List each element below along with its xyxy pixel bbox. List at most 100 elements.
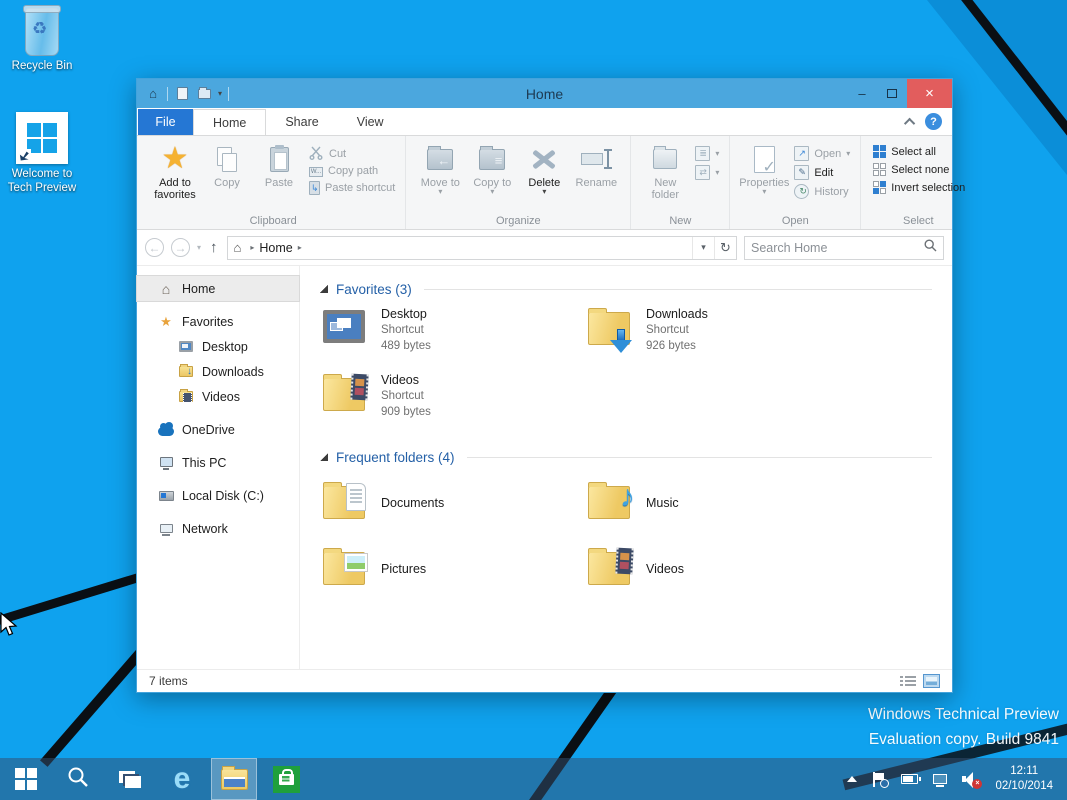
history-clock-icon: ↻ (794, 184, 809, 199)
tile-music[interactable]: ♪ Music (587, 474, 852, 532)
tile-pictures[interactable]: Pictures (322, 540, 587, 598)
taskbar-clock[interactable]: 12:11 02/10/2014 (995, 764, 1057, 794)
back-button[interactable]: ← (145, 238, 164, 257)
open-icon: ↗ (794, 146, 809, 161)
sidebar-item-local-disk[interactable]: Local Disk (C:) (137, 483, 299, 508)
sidebar-item-this-pc[interactable]: This PC (137, 450, 299, 475)
sidebar-item-desktop[interactable]: Desktop (137, 334, 299, 359)
new-item-button[interactable]: ≣ ▾ (695, 146, 719, 161)
tab-view[interactable]: View (338, 109, 403, 135)
videos-folder-icon (587, 546, 634, 593)
tab-share[interactable]: Share (266, 109, 337, 135)
move-to-folder-icon: ← (427, 149, 453, 170)
tile-downloads[interactable]: Downloads Shortcut 926 bytes (587, 306, 852, 364)
tile-documents[interactable]: Documents (322, 474, 587, 532)
breadcrumb-home[interactable]: Home (259, 241, 292, 255)
tile-videos[interactable]: Videos Shortcut 909 bytes (322, 372, 587, 430)
invert-selection-button[interactable]: Invert selection (873, 181, 965, 194)
qat-new-folder-icon[interactable] (196, 86, 212, 102)
sidebar-item-favorites[interactable]: ★ Favorites (137, 309, 299, 334)
qat-properties-icon[interactable] (174, 86, 190, 102)
search-icon[interactable] (924, 239, 937, 257)
collapse-triangle-icon[interactable] (320, 285, 328, 293)
copy-to-folder-icon: ≡ (479, 149, 505, 170)
refresh-button[interactable]: ↻ (714, 237, 736, 259)
sidebar-item-videos[interactable]: Videos (137, 384, 299, 409)
sidebar-item-home[interactable]: ⌂ Home (137, 276, 299, 301)
copy-button[interactable]: Copy (201, 141, 253, 189)
edit-button[interactable]: ✎ Edit (794, 165, 850, 180)
breadcrumb-arrow-icon[interactable]: ▸ (250, 243, 254, 252)
main-area: ⌂ Home ★ Favorites Desktop Downloads (137, 266, 952, 669)
select-all-button[interactable]: Select all (873, 145, 965, 158)
maximize-button[interactable] (877, 79, 907, 108)
paste-shortcut-button[interactable]: Paste shortcut (309, 181, 395, 195)
music-folder-icon: ♪ (587, 480, 634, 527)
sidebar-item-network[interactable]: Network (137, 516, 299, 541)
breadcrumb-home-icon[interactable]: ⌂ (234, 240, 242, 255)
internet-explorer-button[interactable]: e (156, 758, 208, 800)
move-to-button[interactable]: ← Move to ▾ (414, 141, 466, 195)
delete-button[interactable]: Delete ▾ (518, 141, 570, 195)
show-hidden-icons-button[interactable] (847, 776, 857, 782)
easy-access-button[interactable]: ⇄ ▾ (695, 165, 719, 180)
battery-icon[interactable] (901, 774, 918, 784)
search-input[interactable] (751, 241, 924, 255)
tab-home[interactable]: Home (193, 109, 266, 135)
select-none-button[interactable]: Select none (873, 163, 965, 176)
caret-down-icon: ▾ (542, 189, 546, 195)
network-tray-icon[interactable] (933, 774, 947, 784)
help-icon[interactable]: ? (925, 113, 942, 130)
welcome-tech-preview-desktop-icon[interactable]: Welcome to Tech Preview (2, 112, 82, 195)
tile-desktop[interactable]: Desktop Shortcut 489 bytes (322, 306, 587, 364)
qat-customize-caret-icon[interactable]: ▾ (218, 91, 222, 97)
minimize-button[interactable]: – (847, 79, 877, 108)
section-header-favorites[interactable]: Favorites (3) (320, 278, 942, 300)
collapse-triangle-icon[interactable] (320, 453, 328, 461)
cut-button[interactable]: Cut (309, 146, 395, 161)
details-view-button[interactable] (900, 674, 917, 688)
taskbar: e × 12:11 02/10/2014 (0, 758, 1067, 800)
new-item-icon: ≣ (695, 146, 710, 161)
task-view-button[interactable] (104, 758, 156, 800)
sidebar-item-downloads[interactable]: Downloads (137, 359, 299, 384)
copy-path-button[interactable]: W... Copy path (309, 165, 395, 177)
history-button[interactable]: ↻ History (794, 184, 850, 199)
volume-muted-icon[interactable]: × (962, 772, 980, 787)
recycle-bin-desktop-icon[interactable]: ♻ Recycle Bin (2, 8, 82, 73)
desktop-monitor-icon (178, 341, 194, 352)
forward-button[interactable]: → (171, 238, 190, 257)
select-none-icon (873, 163, 886, 176)
titlebar[interactable]: ⌂ ▾ Home – × (137, 79, 952, 108)
task-view-icon (119, 771, 141, 788)
section-header-frequent-folders[interactable]: Frequent folders (4) (320, 446, 942, 468)
tile-videos-folder[interactable]: Videos (587, 540, 852, 598)
breadcrumb-arrow-icon[interactable]: ▸ (298, 243, 302, 252)
large-icons-view-button[interactable] (923, 674, 940, 688)
copy-to-button[interactable]: ≡ Copy to ▾ (466, 141, 518, 195)
sidebar-item-onedrive[interactable]: OneDrive (137, 417, 299, 442)
taskbar-search-button[interactable] (52, 758, 104, 800)
action-center-flag-icon[interactable] (872, 772, 886, 787)
clock-date: 02/10/2014 (995, 779, 1053, 794)
paste-button[interactable]: Paste (253, 141, 305, 189)
desktop-shortcut-icon (322, 306, 369, 353)
file-explorer-button[interactable] (211, 758, 257, 800)
up-button[interactable]: ↑ (210, 239, 218, 256)
edit-pencil-icon: ✎ (794, 165, 809, 180)
explorer-home-icon[interactable]: ⌂ (145, 86, 161, 102)
shortcut-arrow-icon (18, 149, 31, 162)
tab-file[interactable]: File (138, 109, 193, 135)
store-button[interactable] (260, 758, 312, 800)
add-to-favorites-button[interactable]: ★ Add to favorites (149, 141, 201, 201)
properties-button[interactable]: Properties ▾ (738, 141, 790, 195)
recent-locations-caret-icon[interactable]: ▾ (197, 243, 201, 252)
open-button[interactable]: ↗ Open ▾ (794, 146, 850, 161)
start-button[interactable] (0, 758, 52, 800)
new-folder-button[interactable]: New folder (639, 141, 691, 201)
close-button[interactable]: × (907, 79, 952, 108)
rename-button[interactable]: Rename (570, 141, 622, 189)
address-dropdown-caret-icon[interactable]: ▾ (692, 237, 714, 259)
minimize-ribbon-icon[interactable] (904, 117, 915, 128)
address-bar[interactable]: ⌂ ▸ Home ▸ ▾ ↻ (227, 236, 737, 260)
